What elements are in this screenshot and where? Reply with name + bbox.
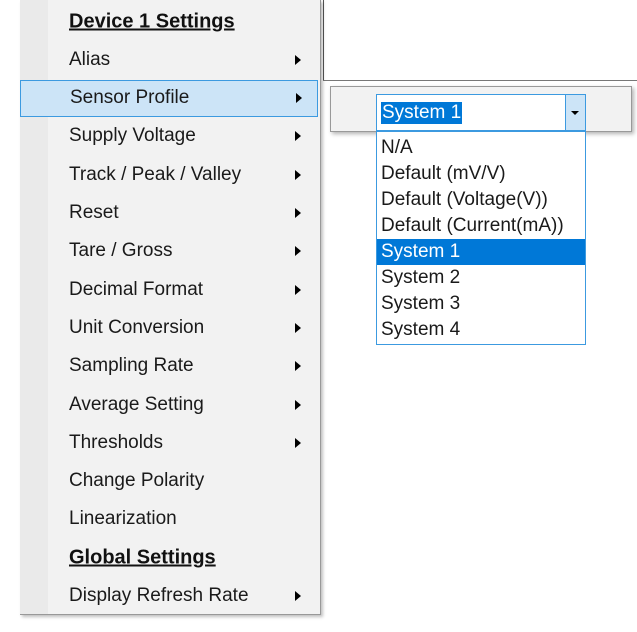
sensor-profile-dropdown-list: N/A Default (mV/V) Default (Voltage(V)) Def… <box>376 131 586 345</box>
dropdown-option[interactable]: System 1 <box>377 239 585 265</box>
menu-item-display-refresh-rate[interactable]: Display Refresh Rate <box>20 578 318 615</box>
dropdown-option[interactable]: N/A <box>377 135 585 161</box>
submenu-arrow-icon <box>295 131 301 142</box>
menu-item-label: Linearization <box>69 508 177 530</box>
menu-item-label: Thresholds <box>69 431 163 453</box>
menu-item-label: Reset <box>69 202 119 223</box>
dropdown-option[interactable]: System 4 <box>377 317 585 343</box>
menu-item-label: Unit Conversion <box>69 316 205 338</box>
menu-item-sampling-rate[interactable]: Sampling Rate <box>20 348 318 385</box>
menu-item-tare-gross[interactable]: Tare / Gross <box>20 233 318 270</box>
submenu-arrow-icon <box>295 54 301 65</box>
submenu-arrow-icon <box>295 284 301 295</box>
dropdown-option[interactable]: System 2 <box>377 265 585 291</box>
submenu-arrow-icon <box>295 399 301 410</box>
menu-item-label: Device 1 Settings <box>69 10 235 32</box>
dropdown-option[interactable]: Default (Voltage(V)) <box>377 187 585 213</box>
dropdown-option[interactable]: System 3 <box>377 291 585 317</box>
menu-item-label: Change Polarity <box>69 470 205 492</box>
background-window-edge <box>323 0 324 80</box>
menu-item-label: Sampling Rate <box>69 355 194 377</box>
menu-item-label: Supply Voltage <box>69 125 196 147</box>
background-window-edge <box>323 80 637 81</box>
menu-item-track-peak-valley[interactable]: Track / Peak / Valley <box>20 156 318 193</box>
dropdown-option[interactable]: Default (Current(mA)) <box>377 213 585 239</box>
menu-item-average-setting[interactable]: Average Setting <box>20 386 318 423</box>
menu-item-label: Alias <box>69 48 111 70</box>
submenu-arrow-icon <box>295 361 301 372</box>
submenu-arrow-icon <box>295 437 301 448</box>
sensor-profile-combobox[interactable]: System 1 <box>376 94 586 131</box>
menu-item-unit-conversion[interactable]: Unit Conversion <box>20 309 318 346</box>
menu-item-sensor-profile[interactable]: Sensor Profile <box>20 79 318 117</box>
menu-item-reset[interactable]: Reset <box>20 195 318 232</box>
submenu-arrow-icon <box>295 591 301 601</box>
menu-item-label: Tare / Gross <box>69 240 173 262</box>
chevron-down-icon <box>571 111 579 115</box>
submenu-arrow-icon <box>295 169 301 180</box>
menu-header-global-settings: Global Settings <box>20 539 318 576</box>
device-context-menu: Device 1 Settings Alias Sensor Profile Supp… <box>20 0 321 615</box>
menu-item-decimal-format[interactable]: Decimal Format <box>20 271 318 308</box>
menu-item-label: Track / Peak / Valley <box>69 163 242 185</box>
combobox-value: System 1 <box>381 102 463 124</box>
menu-item-alias[interactable]: Alias <box>20 41 318 78</box>
menu-item-linearization[interactable]: Linearization <box>20 501 318 538</box>
menu-item-label: Global Settings <box>69 546 216 569</box>
dropdown-option[interactable]: Default (mV/V) <box>377 161 585 187</box>
menu-item-label: Display Refresh Rate <box>69 585 249 606</box>
dropdown-button[interactable] <box>565 95 585 130</box>
submenu-arrow-icon <box>295 208 301 218</box>
menu-item-change-polarity[interactable]: Change Polarity <box>20 463 318 500</box>
submenu-arrow-icon <box>295 246 301 257</box>
menu-item-supply-voltage[interactable]: Supply Voltage <box>20 118 318 155</box>
menu-item-label: Average Setting <box>69 393 204 415</box>
menu-header-device-1-settings: Device 1 Settings <box>20 3 318 40</box>
menu-item-label: Sensor Profile <box>70 87 190 109</box>
menu-item-label: Decimal Format <box>69 278 204 300</box>
menu-item-thresholds[interactable]: Thresholds <box>20 424 318 461</box>
submenu-arrow-icon <box>296 93 302 104</box>
submenu-arrow-icon <box>295 322 301 333</box>
